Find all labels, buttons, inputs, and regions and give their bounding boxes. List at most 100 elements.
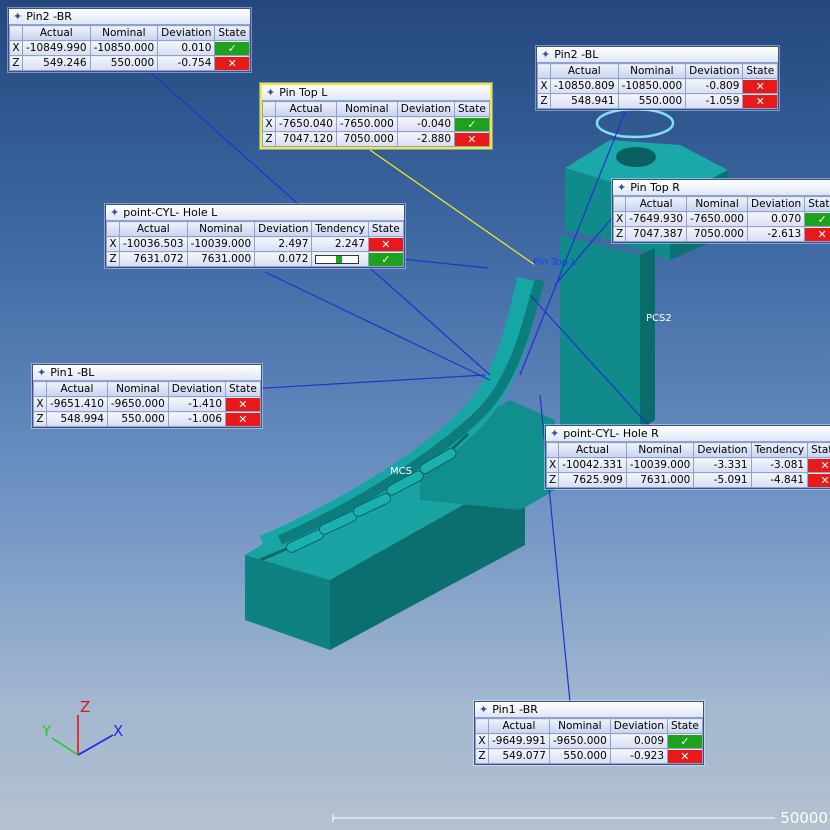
column-header[interactable]: Nominal (686, 196, 748, 212)
header-row: ActualNominalDeviationState (475, 718, 703, 734)
state-cell: ✓ (214, 40, 251, 56)
column-header[interactable]: Actual (550, 63, 619, 79)
column-header[interactable]: Actual (275, 101, 337, 117)
panel-pin1-br[interactable]: ✦ Pin1 -BR Actual Nominal Deviation State X -96… (474, 701, 704, 765)
table-row[interactable]: X -7649.930 -7650.000 0.070 ✓ (612, 211, 830, 227)
panel-title[interactable]: ✦ Pin Top L (262, 85, 490, 101)
table-row[interactable]: Z 7625.909 7631.000 -5.091 -4.841 ✕ (545, 472, 830, 488)
column-header[interactable]: Actual (488, 718, 550, 734)
header-axis (9, 25, 23, 41)
table-row[interactable]: Z 548.994 550.000 -1.006 ✕ (33, 411, 261, 427)
table-row[interactable]: X -10036.503 -10039.000 2.497 2.247 ✕ (106, 236, 404, 252)
panel-title[interactable]: ✦ Pin1 -BL (33, 365, 261, 381)
panel-title[interactable]: ✦ Pin2 -BR (9, 9, 251, 25)
table-row[interactable]: Z 7047.387 7050.000 -2.613 ✕ (612, 226, 830, 242)
table-row[interactable]: Z 7047.120 7050.000 -2.880 ✕ (262, 131, 490, 147)
panel-cyl-hole-r[interactable]: ✦ point-CYL- Hole R Actual Nominal Deviation… (545, 425, 830, 489)
column-header[interactable]: Actual (625, 196, 688, 212)
nominal-cell: -9650.000 (548, 733, 611, 749)
table-row[interactable]: Z 549.077 550.000 -0.923 ✕ (475, 748, 703, 764)
tendency-cell: -3.081 (750, 457, 809, 473)
label-pin-top-l: Pin Top L (533, 257, 577, 268)
column-header[interactable]: State (367, 221, 404, 237)
table-row[interactable]: X -9649.991 -9650.000 0.009 ✓ (475, 733, 703, 749)
table-row[interactable]: Z 549.246 550.000 -0.754 ✕ (9, 55, 251, 71)
table-row[interactable]: X -9651.410 -9650.000 -1.410 ✕ (33, 396, 261, 412)
panel-title[interactable]: ✦ Pin1 -BR (475, 702, 703, 718)
column-header[interactable]: Nominal (617, 63, 687, 79)
actual-cell: -10850.809 (550, 78, 619, 94)
actual-cell: 7047.120 (275, 131, 337, 147)
pin-icon: ✦ (479, 703, 489, 716)
pin-icon: ✦ (541, 48, 551, 61)
column-header[interactable]: Actual (119, 221, 188, 237)
panel-pin1-bl[interactable]: ✦ Pin1 -BL Actual Nominal Deviation State X -96… (32, 364, 262, 428)
column-header[interactable]: Nominal (548, 718, 611, 734)
column-header[interactable]: Deviation (157, 25, 216, 41)
panel-title-text: Pin1 -BR (492, 703, 538, 716)
measurement-table: Actual Nominal Deviation State X -9649.991 -96… (475, 718, 703, 764)
deviation-cell: -5.091 (693, 472, 752, 488)
header-axis (262, 101, 276, 117)
table-row[interactable]: X -10850.809 -10850.000 -0.809 ✕ (537, 78, 779, 94)
table-row[interactable]: X -10849.990 -10850.000 0.010 ✓ (9, 40, 251, 56)
header-axis (33, 381, 47, 397)
leader-line (231, 374, 486, 391)
column-header[interactable]: State (667, 718, 703, 734)
column-header[interactable]: State (807, 442, 830, 458)
table-row[interactable]: Z 7631.072 7631.000 0.072 ✓ (106, 251, 404, 267)
leader-line (264, 271, 491, 381)
column-header[interactable]: State (742, 63, 779, 79)
header-axis (537, 63, 551, 79)
column-header[interactable]: Nominal (106, 381, 169, 397)
tendency-bar (315, 254, 360, 264)
check-icon: ✓ (805, 212, 830, 226)
header-row: ActualNominalDeviationState (612, 196, 830, 212)
table-row[interactable]: Z 548.941 550.000 -1.059 ✕ (537, 93, 779, 109)
column-header[interactable]: Deviation (685, 63, 744, 79)
column-header[interactable]: Deviation (167, 381, 227, 397)
column-header[interactable]: Deviation (254, 221, 313, 237)
column-header[interactable]: Tendency (750, 442, 809, 458)
panel-cyl-hole-l[interactable]: ✦ point-CYL- Hole L Actual Nominal Deviation… (105, 204, 405, 268)
column-header[interactable]: Nominal (186, 221, 256, 237)
panel-pin-top-r[interactable]: ✦Pin Top RActualNominalDeviationStateX-7… (612, 179, 830, 243)
column-header[interactable]: Nominal (89, 25, 159, 41)
panel-pin-top-l[interactable]: ✦ Pin Top L Actual Nominal Deviation State X -7… (260, 83, 492, 149)
tower-ring[interactable] (595, 107, 675, 139)
column-header[interactable]: Deviation (396, 101, 456, 117)
triad-x-label: X (113, 722, 124, 740)
column-header[interactable]: Actual (558, 442, 627, 458)
cross-icon: ✕ (743, 79, 778, 93)
panel-title[interactable]: ✦ Pin Top R (613, 180, 830, 196)
tower-hole[interactable] (616, 147, 656, 167)
panel-pin2-bl[interactable]: ✦ Pin2 -BL Actual Nominal Deviation State X -10… (536, 46, 780, 110)
tendency-cell: 2.247 (311, 236, 369, 252)
tower-column-side[interactable] (640, 248, 655, 430)
nominal-cell: -10850.000 (617, 78, 687, 94)
column-header[interactable]: Deviation (693, 442, 752, 458)
header-axis (612, 196, 627, 212)
column-header[interactable]: State (804, 196, 830, 212)
panel-title[interactable]: ✦ point-CYL- Hole L (106, 205, 404, 221)
nominal-cell: 7050.000 (335, 131, 398, 147)
deviation-cell: -1.059 (685, 93, 744, 109)
table-row[interactable]: X -10042.331 -10039.000 -3.331 -3.081 ✕ (545, 457, 830, 473)
panel-title-text: Pin Top R (630, 181, 680, 194)
panel-title[interactable]: ✦ Pin2 -BL (537, 47, 779, 63)
deviation-cell: -2.880 (396, 131, 456, 147)
state-cell: ✓ (367, 251, 404, 267)
column-header[interactable]: Actual (46, 381, 108, 397)
panel-title[interactable]: ✦ point-CYL- Hole R (546, 426, 830, 442)
column-header[interactable]: Actual (22, 25, 91, 41)
column-header[interactable]: Tendency (311, 221, 369, 237)
table-row[interactable]: X -7650.040 -7650.000 -0.040 ✓ (262, 116, 490, 132)
panel-pin2-br[interactable]: ✦ Pin2 -BR Actual Nominal Deviation State X -10… (8, 8, 252, 72)
column-header[interactable]: State (214, 25, 251, 41)
column-header[interactable]: Deviation (746, 196, 806, 212)
column-header[interactable]: Deviation (609, 718, 669, 734)
column-header[interactable]: State (225, 381, 261, 397)
column-header[interactable]: Nominal (625, 442, 695, 458)
column-header[interactable]: State (454, 101, 490, 117)
column-header[interactable]: Nominal (335, 101, 398, 117)
